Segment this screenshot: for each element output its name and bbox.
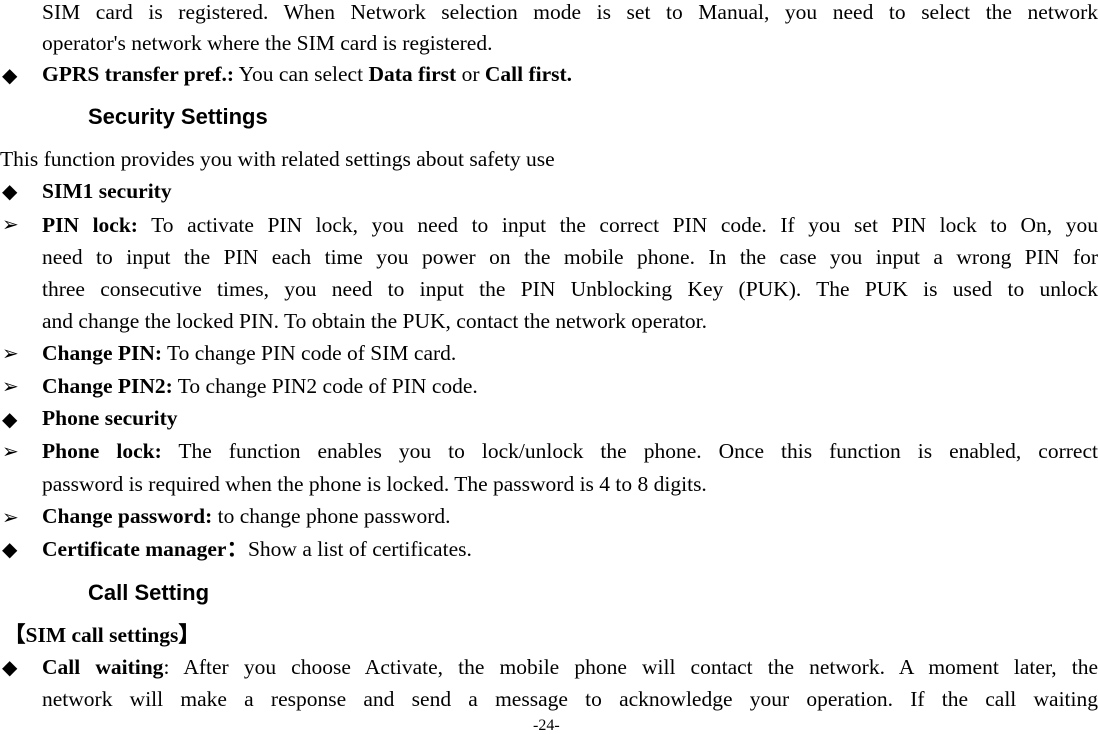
call-waiting-label: Call waiting [42, 655, 164, 679]
gprs-option-data-first: Data first [368, 62, 457, 86]
security-intro: This function provides you with related … [0, 147, 555, 171]
change-password-item: Change password: to change phone passwor… [42, 504, 451, 528]
change-pin2-item: Change PIN2: To change PIN2 code of PIN … [42, 374, 478, 398]
call-waiting-line-2: network will make a response and send a … [42, 687, 1098, 711]
security-settings-heading: Security Settings [88, 104, 268, 129]
change-pin2-text: To change PIN2 code of PIN code. [172, 374, 478, 398]
phone-lock-label: Phone lock: [42, 439, 162, 463]
change-pin-item: Change PIN: To change PIN code of SIM ca… [42, 341, 457, 365]
diamond-bullet-icon: ◆ [2, 409, 18, 431]
sim-call-settings-label: 【SIM call settings】 [4, 623, 200, 647]
call-waiting-text-1: : After you choose Activate, the mobile … [163, 655, 1098, 679]
gprs-text-2: or [456, 62, 485, 86]
diamond-bullet-icon: ◆ [2, 539, 18, 561]
gprs-label: GPRS transfer pref.: [42, 62, 235, 86]
gprs-text-1: You can select [234, 62, 369, 86]
phone-security-title: Phone security [42, 406, 178, 430]
certificate-manager-label: Certificate manager [42, 537, 227, 561]
change-pin-text: To change PIN code of SIM card. [162, 341, 457, 365]
call-setting-heading: Call Setting [88, 580, 210, 605]
pin-lock-text-1: To activate PIN lock, you need to input … [137, 213, 1098, 237]
diamond-bullet-icon: ◆ [2, 657, 18, 679]
gprs-transfer-pref-item: GPRS transfer pref.: You can select Data… [42, 62, 573, 86]
intro-line-1: SIM card is registered. When Network sel… [42, 0, 1098, 24]
pin-lock-line-2: need to input the PIN each time you powe… [42, 245, 1098, 269]
diamond-bullet-icon: ◆ [2, 181, 18, 203]
arrow-bullet-icon: ➢ [2, 343, 19, 365]
call-waiting-line-1: Call waiting: After you choose Activate,… [42, 655, 1098, 679]
change-password-label: Change password: [42, 504, 213, 528]
pin-lock-label: PIN lock: [42, 213, 138, 237]
arrow-bullet-icon: ➢ [2, 507, 19, 529]
sim1-security-title: SIM1 security [42, 179, 172, 203]
diamond-bullet-icon: ◆ [2, 65, 18, 87]
pin-lock-line-4: and change the locked PIN. To obtain the… [42, 309, 708, 333]
sim-call-settings-title: 【SIM call settings】 [4, 623, 200, 647]
change-pin2-label: Change PIN2: [42, 374, 173, 398]
change-pin-label: Change PIN: [42, 341, 163, 365]
phone-lock-text-1: The function enables you to lock/unlock … [161, 439, 1098, 463]
arrow-bullet-icon: ➢ [2, 214, 19, 236]
intro-line-2: operator's network where the SIM card is… [42, 31, 493, 55]
certificate-manager-text: Show a list of certificates. [247, 537, 472, 561]
arrow-bullet-icon: ➢ [2, 376, 19, 398]
certificate-manager-item: Certificate manager：Show a list of certi… [42, 537, 472, 561]
certificate-manager-sep: ： [226, 537, 248, 561]
phone-lock-line-2: password is required when the phone is l… [42, 472, 707, 496]
page-number: -24- [533, 717, 560, 734]
pin-lock-line-1: PIN lock: To activate PIN lock, you need… [42, 213, 1098, 237]
gprs-option-call-first: Call first. [484, 62, 573, 86]
change-password-text: to change phone password. [212, 504, 451, 528]
sim1-security-label: SIM1 security [42, 179, 172, 203]
phone-security-label: Phone security [42, 406, 178, 430]
pin-lock-line-3: three consecutive times, you need to inp… [42, 277, 1098, 301]
phone-lock-line-1: Phone lock: The function enables you to … [42, 439, 1098, 463]
arrow-bullet-icon: ➢ [2, 441, 19, 463]
